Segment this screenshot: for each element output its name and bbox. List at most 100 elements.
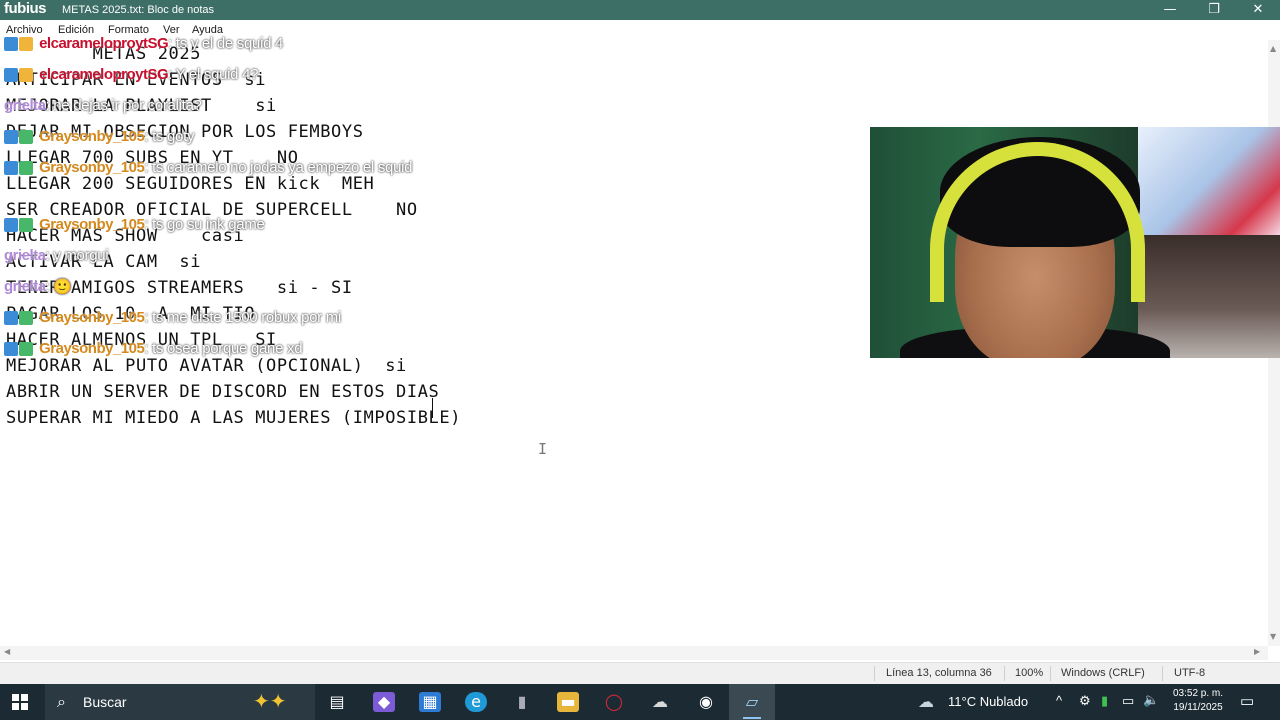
mod-badge-icon bbox=[4, 310, 18, 325]
status-divider bbox=[1162, 666, 1163, 681]
chat-username: Graysonby_105 bbox=[39, 340, 145, 357]
chat-username: grielta bbox=[4, 97, 46, 114]
notepad-taskbar-button[interactable]: ▱ bbox=[729, 684, 775, 720]
sub-badge-icon bbox=[19, 341, 33, 356]
chat-text: : 🙂 bbox=[45, 278, 72, 296]
chat-text: : ne dejas ir por coralita? bbox=[45, 97, 202, 114]
text-line: SUPERAR MI MIEDO A LAS MUJERES (IMPOSIBL… bbox=[6, 408, 462, 428]
sub-badge-icon bbox=[19, 217, 33, 232]
notepad-icon: ▱ bbox=[745, 692, 759, 711]
chat-text: : Y el squid 4? bbox=[168, 66, 259, 83]
mod-badge-icon bbox=[4, 36, 18, 51]
search-icon: ⌕ bbox=[57, 692, 66, 711]
maximize-button[interactable]: ❐ bbox=[1192, 0, 1236, 20]
text-line: ABRIR UN SERVER DE DISCORD EN ESTOS DIAS bbox=[6, 382, 440, 402]
status-divider bbox=[1050, 666, 1051, 681]
cloud-icon: ☁ bbox=[918, 694, 934, 711]
mod-badge-icon bbox=[4, 67, 18, 82]
chat-message: grielta: ne dejas ir por coralita? bbox=[4, 95, 202, 115]
obs-icon[interactable]: ◉ bbox=[695, 692, 717, 712]
encoding: UTF-8 bbox=[1174, 667, 1206, 679]
copilot-sparkle-icon: ✦✦ bbox=[253, 689, 287, 713]
network-icon[interactable]: ▭ bbox=[1122, 693, 1134, 709]
notifications-icon[interactable]: ▭ bbox=[1240, 692, 1254, 710]
opera-icon[interactable]: ◯ bbox=[603, 692, 625, 712]
chat-text: : ts y el de squid 4 bbox=[168, 35, 284, 52]
minimize-button[interactable]: — bbox=[1148, 0, 1192, 20]
clock-time: 03:52 p. m. bbox=[1172, 688, 1224, 699]
line-ending: Windows (CRLF) bbox=[1061, 667, 1145, 679]
sub-badge-icon bbox=[19, 310, 33, 325]
text-line: MEJORAR AL PUTO AVATAR (OPCIONAL) si bbox=[6, 356, 407, 376]
chat-username: elcarameloproytSG bbox=[39, 66, 169, 83]
chat-username: elcarameloproytSG bbox=[39, 35, 169, 52]
volume-icon[interactable]: 🔈 bbox=[1143, 692, 1159, 708]
scroll-down-icon[interactable]: ▼ bbox=[1270, 632, 1276, 641]
close-button[interactable]: ✕ bbox=[1236, 0, 1280, 20]
sub-badge-icon bbox=[19, 36, 33, 51]
zoom-level: 100% bbox=[1015, 667, 1044, 679]
chat-message: elcarameloproytSG: Y el squid 4? bbox=[4, 64, 258, 84]
taskbar: ⌕ Buscar ✦✦ ▤ ◆ ▦ e ▮ ▬ ◯ ☁ ◉ ▱ ☁ 11°C N… bbox=[0, 684, 1280, 720]
title-bar: fubius METAS 2025.txt: Bloc de notas — ❐… bbox=[0, 0, 1280, 20]
chat-message: Graysonby_105: ts goty bbox=[4, 126, 194, 146]
sub-badge-icon bbox=[19, 129, 33, 144]
status-divider bbox=[874, 666, 875, 681]
horizontal-scrollbar[interactable]: ◀ ▶ bbox=[0, 646, 1268, 660]
chat-text: : ts go su ink game bbox=[144, 216, 265, 233]
microphone-app-icon[interactable]: ▮ bbox=[511, 692, 533, 712]
clock-date: 19/11/2025 bbox=[1173, 702, 1223, 713]
clock[interactable]: 03:52 p. m. 19/11/2025 bbox=[1160, 687, 1236, 715]
chat-text: : ts osea porque gane xd bbox=[144, 340, 303, 357]
battery-icon[interactable]: ▮ bbox=[1101, 693, 1108, 709]
active-indicator bbox=[743, 717, 761, 719]
chat-message: Graysonby_105: ts caramelo no jodas ya e… bbox=[4, 157, 412, 177]
game-controller-icon[interactable]: ☁ bbox=[649, 692, 671, 712]
chat-message: Graysonby_105: ts me diste 1500 robux po… bbox=[4, 307, 341, 327]
copilot-icon[interactable]: ◆ bbox=[373, 692, 395, 712]
chat-message: grielta: y morgui bbox=[4, 245, 109, 265]
chat-text: : ts caramelo no jodas ya empezo el squi… bbox=[144, 159, 413, 176]
anime-poster bbox=[1138, 127, 1280, 235]
edge-icon[interactable]: e bbox=[465, 692, 487, 712]
mod-badge-icon bbox=[4, 217, 18, 232]
chat-username: grielta bbox=[4, 278, 46, 295]
chat-username: grielta bbox=[4, 247, 46, 264]
file-explorer-icon[interactable]: ▬ bbox=[557, 692, 579, 712]
taskbar-search[interactable]: ⌕ Buscar ✦✦ bbox=[45, 684, 315, 720]
task-view-icon[interactable]: ▤ bbox=[326, 692, 348, 712]
text-line: LLEGAR 200 SEGUIDORES EN kick MEH bbox=[6, 174, 375, 194]
weather-text[interactable]: 11°C Nublado bbox=[948, 694, 1028, 709]
chat-username: Graysonby_105 bbox=[39, 128, 145, 145]
chat-username: Graysonby_105 bbox=[39, 159, 145, 176]
webcam-shelf bbox=[1138, 235, 1280, 358]
stream-logo: fubius bbox=[4, 0, 47, 17]
scroll-right-icon[interactable]: ▶ bbox=[1254, 647, 1260, 656]
chat-username: Graysonby_105 bbox=[39, 216, 145, 233]
chat-message: elcarameloproytSG: ts y el de squid 4 bbox=[4, 33, 283, 53]
sub-badge-icon bbox=[19, 160, 33, 175]
chat-text: : y morgui bbox=[45, 247, 109, 264]
chat-text: : ts me diste 1500 robux por mi bbox=[144, 309, 341, 326]
chat-message: Graysonby_105: ts go su ink game bbox=[4, 214, 265, 234]
start-button[interactable] bbox=[12, 694, 28, 710]
chat-text: : ts goty bbox=[144, 128, 195, 145]
store-icon[interactable]: ▦ bbox=[419, 692, 441, 712]
chat-message: grielta: 🙂 bbox=[4, 276, 72, 296]
chevron-up-icon[interactable]: ^ bbox=[1056, 693, 1062, 708]
cursor-position: Línea 13, columna 36 bbox=[886, 667, 992, 679]
text-caret bbox=[432, 398, 433, 418]
sub-badge-icon bbox=[19, 67, 33, 82]
chat-username: Graysonby_105 bbox=[39, 309, 145, 326]
search-placeholder: Buscar bbox=[83, 694, 127, 710]
mod-badge-icon bbox=[4, 341, 18, 356]
webcam-feed bbox=[870, 127, 1280, 358]
scroll-up-icon[interactable]: ▲ bbox=[1270, 44, 1276, 53]
app-tray-icon[interactable]: ⚙ bbox=[1079, 693, 1091, 709]
scroll-left-icon[interactable]: ◀ bbox=[4, 647, 10, 656]
ibeam-cursor-icon: I bbox=[538, 440, 548, 458]
status-bar: Línea 13, columna 36 100% Windows (CRLF)… bbox=[0, 662, 1280, 685]
status-divider bbox=[1004, 666, 1005, 681]
chat-message: Graysonby_105: ts osea porque gane xd bbox=[4, 338, 303, 358]
mod-badge-icon bbox=[4, 129, 18, 144]
